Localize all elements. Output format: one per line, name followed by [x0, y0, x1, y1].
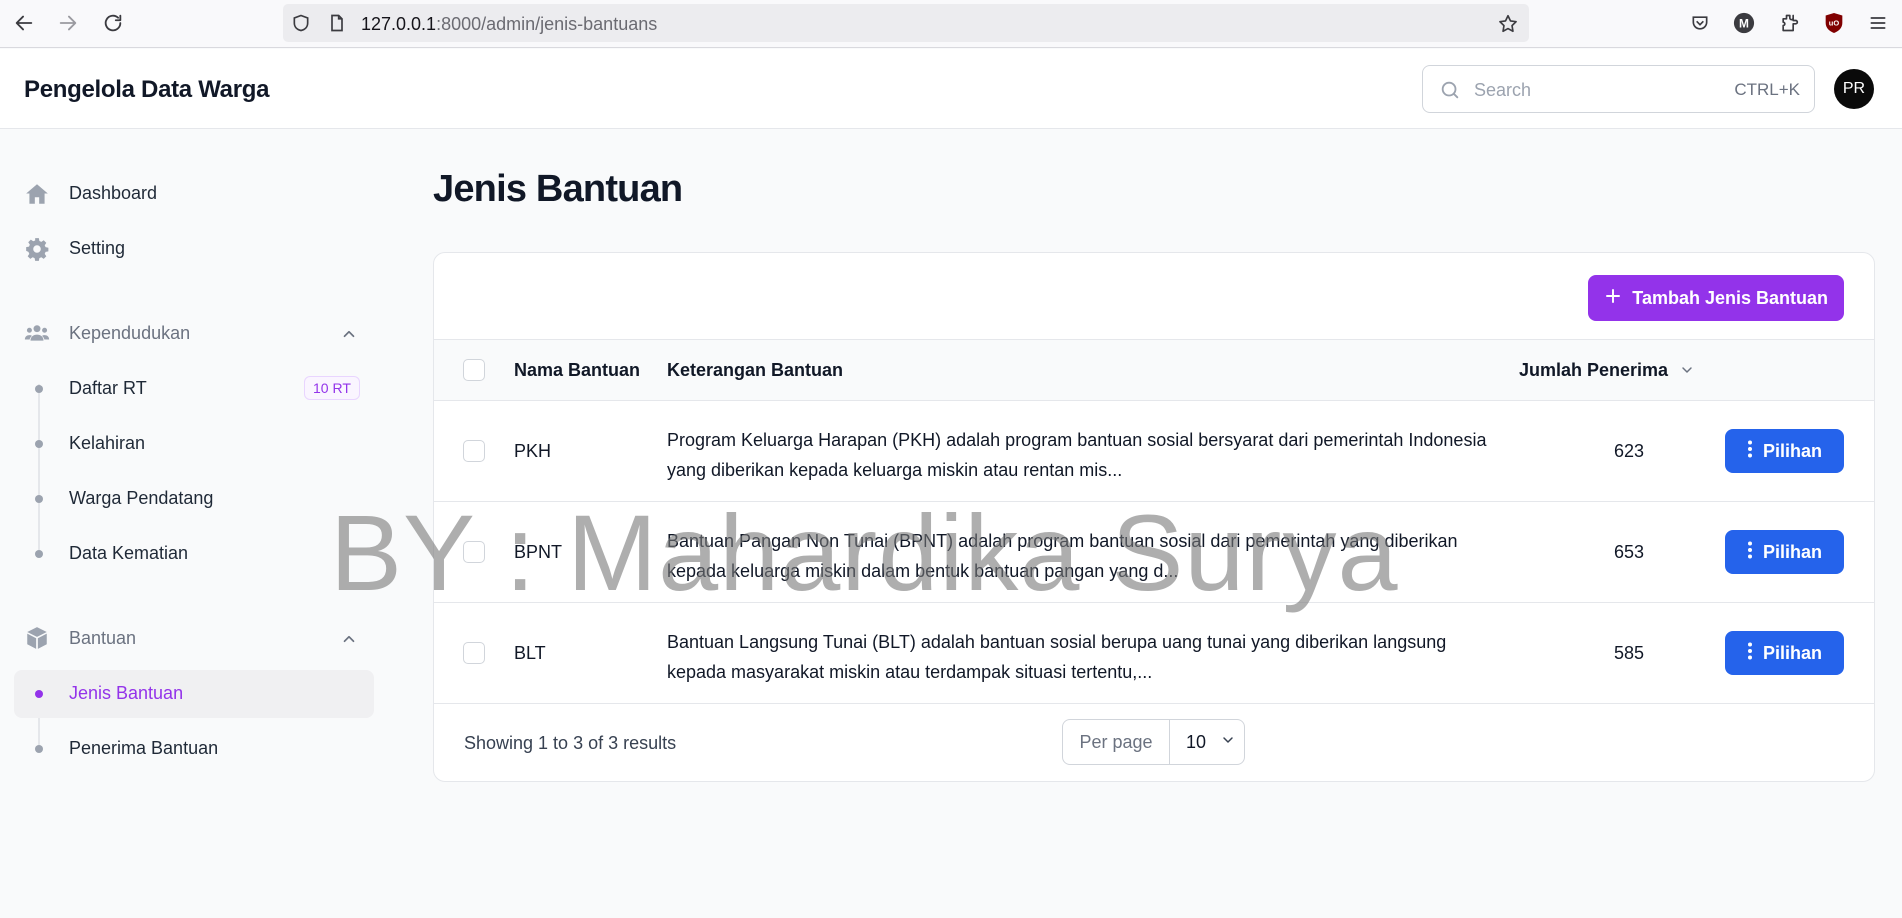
- chevron-up-icon[interactable]: [340, 630, 358, 653]
- sidebar-item-daftar-rt[interactable]: Daftar RT 10 RT: [14, 365, 374, 413]
- sidebar-item-label: Daftar RT: [69, 378, 147, 398]
- row-checkbox[interactable]: [463, 642, 485, 664]
- cell-keterangan-bantuan: Bantuan Pangan Non Tunai (BPNT) adalah p…: [667, 531, 1458, 581]
- svg-text:uO: uO: [1829, 19, 1840, 28]
- sidebar-item-label: Warga Pendatang: [69, 488, 214, 508]
- row-checkbox[interactable]: [463, 440, 485, 462]
- table-row: BPNT Bantuan Pangan Non Tunai (BPNT) ada…: [434, 502, 1874, 603]
- sidebar-item-label: Dashboard: [69, 182, 158, 203]
- reload-icon[interactable]: [97, 8, 129, 38]
- bullet-icon: [35, 495, 43, 503]
- chevron-up-icon[interactable]: [340, 325, 358, 348]
- search-input[interactable]: Search: [1474, 80, 1531, 101]
- home-icon: [24, 181, 50, 207]
- ublock-icon[interactable]: uO: [1822, 11, 1846, 35]
- sidebar-group-label: Bantuan: [69, 628, 137, 648]
- bullet-icon: [35, 440, 43, 448]
- sidebar-group-bantuan[interactable]: Bantuan: [14, 618, 374, 658]
- cell-jumlah-penerima: 653: [1613, 542, 1645, 562]
- cell-nama-bantuan: BPNT: [514, 542, 563, 562]
- column-header-count[interactable]: Jumlah Penerima: [1519, 360, 1695, 381]
- column-header-desc: Keterangan Bantuan: [667, 360, 844, 380]
- row-actions-button[interactable]: Pilihan: [1725, 530, 1844, 574]
- sidebar-item-penerima-bantuan[interactable]: Penerima Bantuan: [14, 725, 374, 773]
- column-header-name: Nama Bantuan: [514, 360, 641, 380]
- svg-text:M: M: [1739, 17, 1749, 31]
- menu-icon[interactable]: [1866, 11, 1890, 35]
- dots-vertical-icon: [1747, 642, 1753, 665]
- dots-vertical-icon: [1747, 440, 1753, 463]
- app-topbar: Pengelola Data Warga Search CTRL+K PR: [0, 49, 1902, 129]
- sidebar-group-kependudukan[interactable]: Kependudukan: [14, 313, 374, 353]
- cell-nama-bantuan: BLT: [514, 643, 546, 663]
- users-icon: [24, 320, 50, 346]
- back-icon[interactable]: [8, 8, 40, 38]
- sidebar-item-dashboard[interactable]: Dashboard: [14, 169, 374, 217]
- row-checkbox[interactable]: [463, 541, 485, 563]
- bullet-icon: [35, 745, 43, 753]
- sidebar-item-warga-pendatang[interactable]: Warga Pendatang: [14, 475, 374, 523]
- select-all-checkbox[interactable]: [463, 359, 485, 381]
- sidebar-item-label: Penerima Bantuan: [69, 738, 219, 758]
- cell-jumlah-penerima: 585: [1613, 643, 1645, 663]
- per-page-value-text: 10: [1186, 731, 1207, 752]
- pocket-icon[interactable]: [1688, 11, 1712, 35]
- plus-icon: [1604, 287, 1622, 310]
- per-page-label: Per page: [1063, 720, 1170, 764]
- page-title: Jenis Bantuan: [433, 168, 683, 210]
- sidebar-item-label: Kelahiran: [69, 433, 146, 453]
- sidebar-item-label: Data Kematian: [69, 543, 189, 563]
- row-actions-button[interactable]: Pilihan: [1725, 429, 1844, 473]
- sidebar-item-label: Setting: [69, 237, 126, 258]
- bullet-icon: [35, 385, 43, 393]
- rt-count-badge: 10 RT: [304, 376, 360, 400]
- forward-icon[interactable]: [52, 8, 84, 38]
- row-actions-label: Pilihan: [1762, 642, 1822, 663]
- bullet-icon: [35, 690, 43, 698]
- sidebar-item-data-kematian[interactable]: Data Kematian: [14, 530, 374, 578]
- search-shortcut: CTRL+K: [1734, 80, 1800, 99]
- shield-icon[interactable]: [291, 13, 311, 38]
- sidebar: Dashboard Setting Kependudukan Daftar RT…: [0, 130, 380, 918]
- box-icon: [24, 625, 50, 651]
- table-card: Tambah Jenis Bantuan Nama Bantuan Ketera…: [433, 252, 1875, 782]
- column-header-count-label: Jumlah Penerima: [1519, 360, 1669, 380]
- search-icon: [1439, 79, 1461, 106]
- create-jenis-bantuan-button[interactable]: Tambah Jenis Bantuan: [1588, 275, 1844, 321]
- bookmark-star-icon[interactable]: [1497, 13, 1519, 40]
- create-button-label: Tambah Jenis Bantuan: [1632, 287, 1828, 308]
- chevron-down-icon: [1679, 362, 1695, 382]
- row-actions-button[interactable]: Pilihan: [1725, 631, 1844, 675]
- sidebar-item-label: Jenis Bantuan: [69, 683, 184, 703]
- per-page-value[interactable]: 10: [1170, 720, 1244, 764]
- url-text[interactable]: 127.0.0.1:8000/admin/jenis-bantuans: [361, 14, 657, 35]
- sidebar-item-setting[interactable]: Setting: [14, 224, 374, 272]
- cell-keterangan-bantuan: Bantuan Langsung Tunai (BLT) adalah bant…: [667, 632, 1447, 682]
- gear-icon: [24, 236, 50, 262]
- url-bar[interactable]: 127.0.0.1:8000/admin/jenis-bantuans: [283, 4, 1529, 42]
- global-search[interactable]: Search CTRL+K: [1422, 65, 1815, 113]
- cell-nama-bantuan: PKH: [514, 441, 552, 461]
- table-row: PKH Program Keluarga Harapan (PKH) adala…: [434, 401, 1874, 502]
- cell-keterangan-bantuan: Program Keluarga Harapan (PKH) adalah pr…: [667, 430, 1487, 480]
- chevron-down-icon: [1220, 732, 1236, 753]
- browser-toolbar: 127.0.0.1:8000/admin/jenis-bantuans M uO: [0, 0, 1902, 48]
- row-actions-label: Pilihan: [1762, 440, 1822, 461]
- cell-jumlah-penerima: 623: [1613, 441, 1645, 461]
- account-m-icon[interactable]: M: [1732, 11, 1756, 35]
- sidebar-item-jenis-bantuan[interactable]: Jenis Bantuan: [14, 670, 374, 718]
- per-page-select[interactable]: Per page 10: [1062, 719, 1245, 765]
- sidebar-group-label: Kependudukan: [69, 323, 191, 343]
- pagination-summary: Showing 1 to 3 of 3 results: [464, 733, 677, 753]
- row-actions-label: Pilihan: [1762, 541, 1822, 562]
- bullet-icon: [35, 550, 43, 558]
- sidebar-item-kelahiran[interactable]: Kelahiran: [14, 420, 374, 468]
- table-header: Nama Bantuan Keterangan Bantuan Jumlah P…: [434, 339, 1874, 401]
- page-info-icon[interactable]: [327, 13, 347, 38]
- table-row: BLT Bantuan Langsung Tunai (BLT) adalah …: [434, 603, 1874, 704]
- extensions-icon[interactable]: [1777, 11, 1801, 35]
- dots-vertical-icon: [1747, 541, 1753, 564]
- brand-title[interactable]: Pengelola Data Warga: [24, 76, 269, 104]
- user-avatar[interactable]: PR: [1834, 69, 1874, 109]
